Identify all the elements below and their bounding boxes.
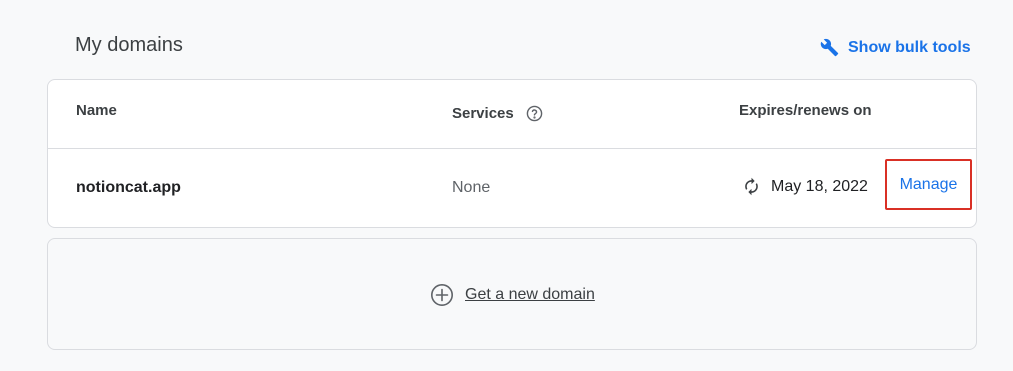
add-circle-icon: [430, 283, 454, 307]
manage-button[interactable]: Manage: [885, 159, 972, 210]
get-new-domain-link[interactable]: Get a new domain: [430, 283, 595, 307]
show-bulk-tools-link[interactable]: Show bulk tools: [820, 38, 971, 57]
domain-expires: May 18, 2022: [742, 177, 868, 196]
page-title: My domains: [75, 34, 183, 56]
help-circle-icon[interactable]: [526, 105, 543, 122]
show-bulk-tools-label: Show bulk tools: [848, 38, 971, 56]
table-header: Name Services Expires/renews on: [48, 80, 976, 149]
column-header-services: Services: [452, 105, 543, 122]
domain-services: None: [452, 179, 491, 196]
autorenew-icon: [742, 177, 761, 196]
get-new-domain-label: Get a new domain: [465, 286, 595, 303]
new-domain-card: Get a new domain: [47, 238, 977, 350]
table-row: notioncat.app None May 18, 2022 Manage: [48, 150, 976, 228]
domains-table: Name Services Expires/renews on notionca…: [47, 79, 977, 228]
column-header-name: Name: [76, 102, 117, 119]
wrench-icon: [820, 38, 839, 57]
column-header-expires: Expires/renews on: [739, 102, 872, 119]
domain-expires-date: May 18, 2022: [771, 177, 868, 195]
column-header-services-label: Services: [452, 105, 514, 122]
domain-name: notioncat.app: [76, 179, 181, 196]
